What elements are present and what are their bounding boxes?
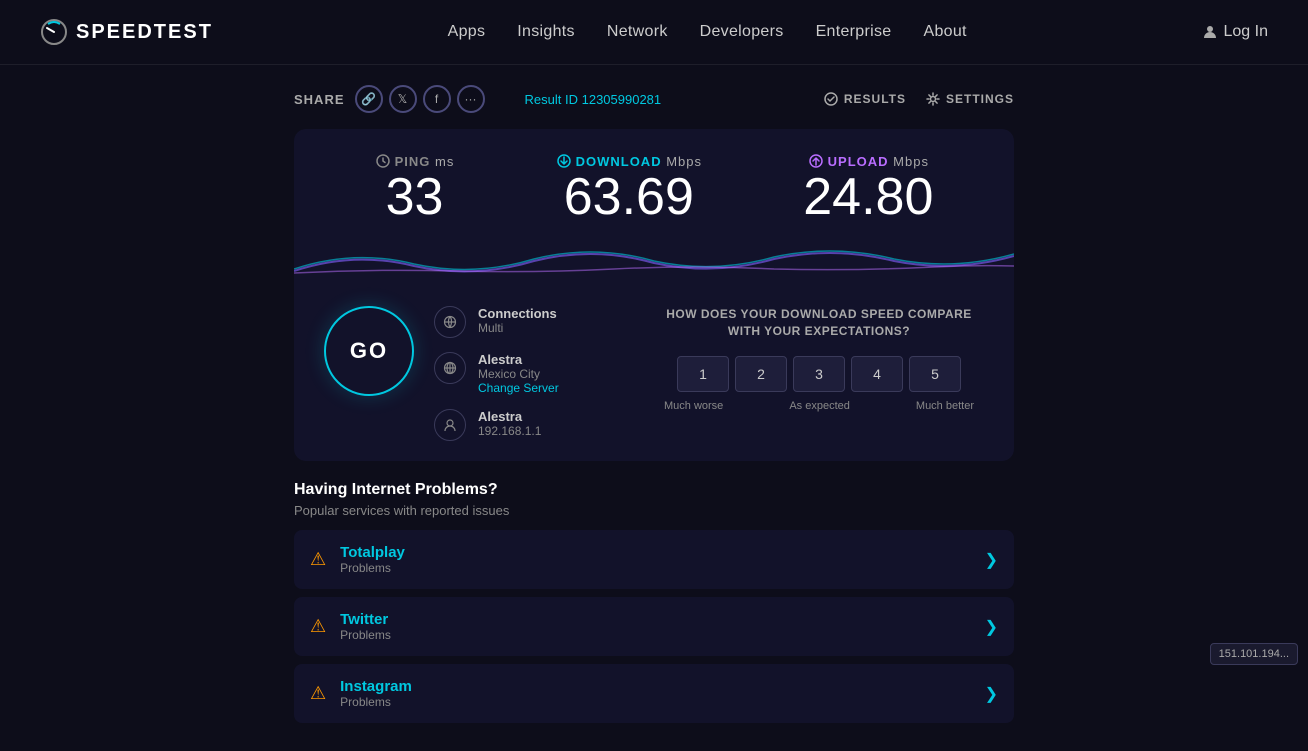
exp-label-center: As expected: [789, 400, 850, 412]
share-section: SHARE 🔗 𝕏 f ···: [294, 85, 485, 113]
connections-item: Connections Multi: [434, 306, 614, 338]
check-circle-icon: [824, 92, 838, 106]
user-server-icon: [434, 409, 466, 441]
service-name-instagram: Instagram: [340, 678, 970, 695]
nav-network[interactable]: Network: [607, 23, 668, 41]
chevron-right-twitter: ❯: [985, 617, 998, 637]
service-info-totalplay: Totalplay Problems: [340, 544, 970, 575]
service-name-twitter: Twitter: [340, 611, 970, 628]
download-value: 63.69: [556, 169, 702, 226]
exp-label-right: Much better: [916, 400, 974, 412]
share-row: SHARE 🔗 𝕏 f ··· Result ID 12305990281 RE…: [294, 85, 1014, 113]
upload-value: 24.80: [803, 169, 933, 226]
header: SPEEDTEST Apps Insights Network Develope…: [0, 0, 1308, 65]
logo[interactable]: SPEEDTEST: [40, 18, 213, 46]
nav-enterprise[interactable]: Enterprise: [816, 23, 892, 41]
user-icon: [1202, 24, 1218, 40]
speedtest-logo-icon: [40, 18, 68, 46]
problems-section: Having Internet Problems? Popular servic…: [294, 481, 1014, 731]
gear-icon: [926, 92, 940, 106]
share-twitter-button[interactable]: 𝕏: [389, 85, 417, 113]
service-info-twitter: Twitter Problems: [340, 611, 970, 642]
service-status-twitter: Problems: [340, 628, 970, 642]
connections-detail: Connections Multi: [478, 306, 557, 335]
warning-icon-instagram: ⚠: [310, 683, 326, 704]
nav-insights[interactable]: Insights: [517, 23, 575, 41]
problems-subtitle: Popular services with reported issues: [294, 503, 1014, 518]
ping-icon: [375, 153, 391, 169]
main-content: SHARE 🔗 𝕏 f ··· Result ID 12305990281 RE…: [0, 65, 1308, 751]
go-section: GO: [324, 306, 414, 396]
service-item-instagram[interactable]: ⚠ Instagram Problems ❯: [294, 664, 1014, 723]
service-name-totalplay: Totalplay: [340, 544, 970, 561]
result-actions: RESULTS SETTINGS: [824, 92, 1014, 106]
result-id-value[interactable]: 12305990281: [582, 92, 662, 107]
service-status-totalplay: Problems: [340, 561, 970, 575]
share-label: SHARE: [294, 92, 345, 107]
nav-apps[interactable]: Apps: [448, 23, 486, 41]
share-icons: 🔗 𝕏 f ···: [355, 85, 485, 113]
connections-svg-icon: [443, 315, 457, 329]
service-info-instagram: Instagram Problems: [340, 678, 970, 709]
main-nav: Apps Insights Network Developers Enterpr…: [448, 23, 967, 41]
exp-label-left: Much worse: [664, 400, 723, 412]
share-facebook-button[interactable]: f: [423, 85, 451, 113]
settings-button[interactable]: SETTINGS: [926, 92, 1014, 106]
share-more-button[interactable]: ···: [457, 85, 485, 113]
logo-text: SPEEDTEST: [76, 21, 213, 44]
expectations-title: HOW DOES YOUR DOWNLOAD SPEED COMPARE WIT…: [654, 306, 984, 340]
nav-developers[interactable]: Developers: [700, 23, 784, 41]
speed-panel: PING ms 33 DOWNLOAD Mbps: [294, 129, 1014, 461]
results-button[interactable]: RESULTS: [824, 92, 906, 106]
login-label: Log In: [1224, 23, 1268, 41]
ping-metric: PING ms 33: [375, 153, 455, 226]
connections-icon: [434, 306, 466, 338]
download-metric: DOWNLOAD Mbps 63.69: [556, 153, 702, 226]
warning-icon-totalplay: ⚠: [310, 549, 326, 570]
server-info: Connections Multi: [434, 306, 614, 441]
service-item-totalplay[interactable]: ⚠ Totalplay Problems ❯: [294, 530, 1014, 589]
exp-btn-1[interactable]: 1: [677, 356, 729, 392]
exp-btn-3[interactable]: 3: [793, 356, 845, 392]
share-link-button[interactable]: 🔗: [355, 85, 383, 113]
result-id: Result ID 12305990281: [525, 92, 662, 107]
upload-icon: [808, 153, 824, 169]
chevron-right-totalplay: ❯: [985, 550, 998, 570]
host-icon: [434, 352, 466, 384]
wave-svg: [294, 241, 1014, 281]
exp-btn-4[interactable]: 4: [851, 356, 903, 392]
exp-btn-5[interactable]: 5: [909, 356, 961, 392]
user-detail: Alestra 192.168.1.1: [478, 409, 541, 438]
login-button[interactable]: Log In: [1202, 23, 1268, 41]
service-status-instagram: Problems: [340, 695, 970, 709]
service-item-twitter[interactable]: ⚠ Twitter Problems ❯: [294, 597, 1014, 656]
bottom-panel: GO Connections Multi: [294, 286, 1014, 461]
expectations-buttons: 1 2 3 4 5: [654, 356, 984, 392]
ping-value: 33: [375, 169, 455, 226]
warning-icon-twitter: ⚠: [310, 616, 326, 637]
user-server-svg-icon: [443, 418, 457, 432]
upload-metric: UPLOAD Mbps 24.80: [803, 153, 933, 226]
problems-title: Having Internet Problems?: [294, 481, 1014, 499]
go-button[interactable]: GO: [324, 306, 414, 396]
speed-metrics: PING ms 33 DOWNLOAD Mbps: [294, 129, 1014, 236]
expectations-section: HOW DOES YOUR DOWNLOAD SPEED COMPARE WIT…: [654, 306, 984, 441]
host-detail: Alestra Mexico City Change Server: [478, 352, 559, 395]
wave-chart: [294, 241, 1014, 281]
nav-about[interactable]: About: [923, 23, 966, 41]
chevron-right-instagram: ❯: [985, 684, 998, 704]
host-item: Alestra Mexico City Change Server: [434, 352, 614, 395]
exp-btn-2[interactable]: 2: [735, 356, 787, 392]
ip-badge: 151.101.194...: [1210, 643, 1298, 665]
expectations-labels: Much worse As expected Much better: [654, 400, 984, 412]
user-item: Alestra 192.168.1.1: [434, 409, 614, 441]
download-icon: [556, 153, 572, 169]
globe-icon: [443, 361, 457, 375]
change-server-link[interactable]: Change Server: [478, 381, 559, 395]
